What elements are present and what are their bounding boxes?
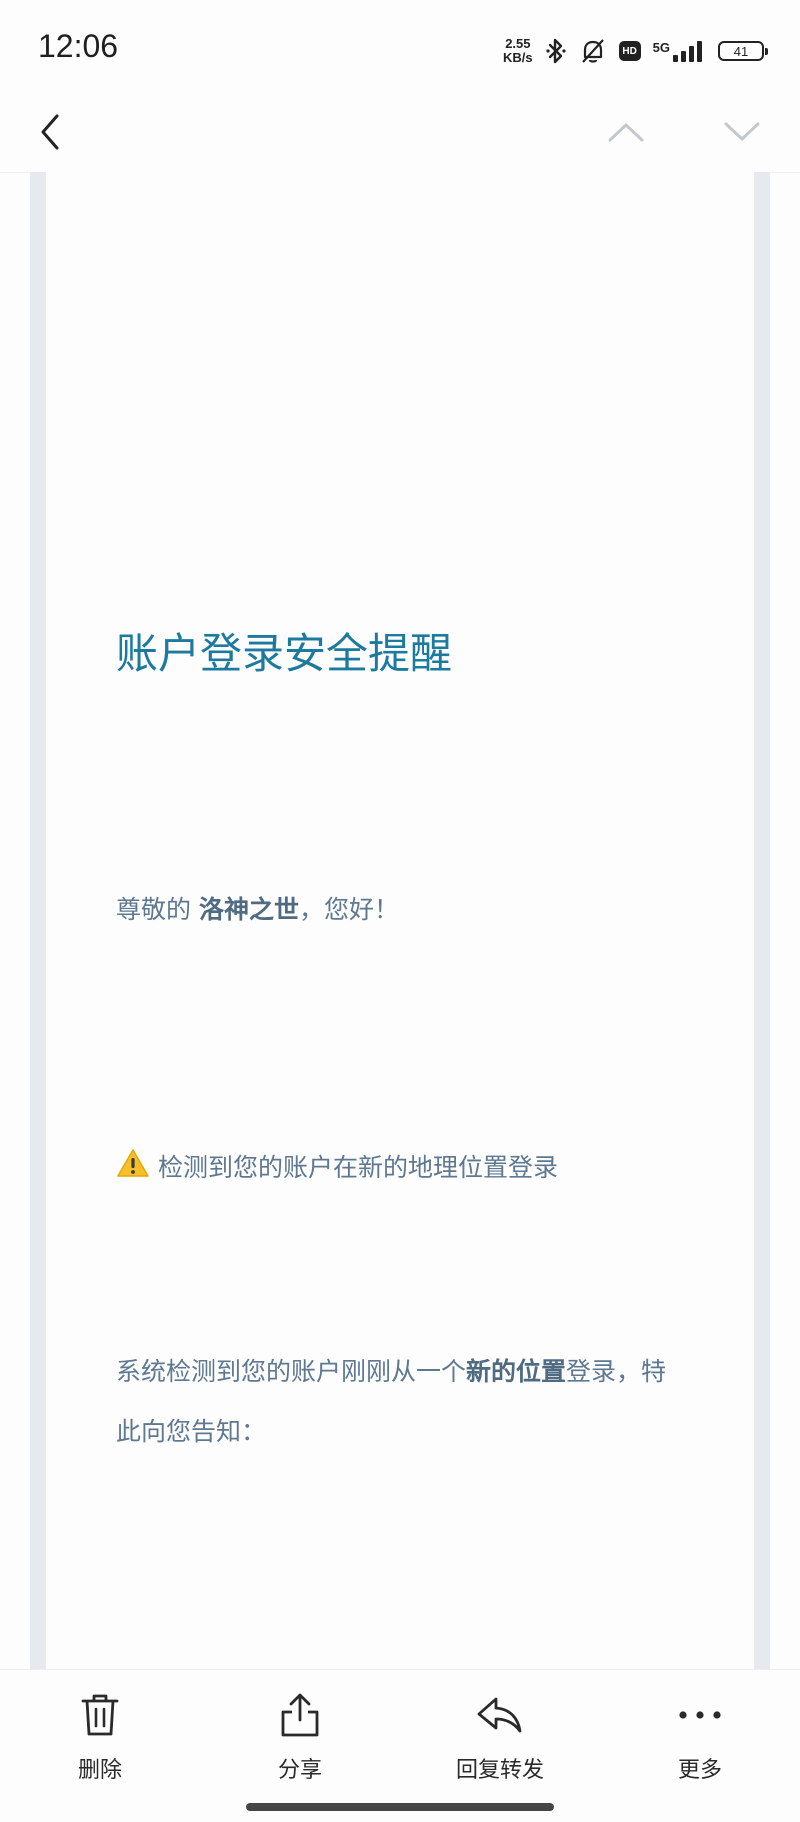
back-button[interactable] <box>20 102 80 162</box>
home-indicator[interactable] <box>246 1803 554 1811</box>
reply-forward-label: 回复转发 <box>455 1758 544 1783</box>
mail-detail-screen: 12:06 2.55 KB/s HD 5G 41 账户登录安全提醒 尊敬的 洛神… <box>0 0 800 1822</box>
signal-bars-icon <box>673 41 702 62</box>
warning-icon <box>116 1148 150 1184</box>
cellular-signal: 5G <box>653 40 706 62</box>
mail-action-toolbar: 删除 分享 回复转发 更多 <box>0 1669 800 1822</box>
bluetooth-icon <box>545 37 567 65</box>
mail-nav-bar <box>0 96 800 173</box>
share-icon <box>279 1690 321 1740</box>
mail-title: 账户登录安全提醒 <box>116 629 453 678</box>
trash-icon <box>80 1690 120 1740</box>
reply-forward-button[interactable]: 回复转发 <box>430 1690 570 1784</box>
delete-label: 删除 <box>77 1758 122 1783</box>
share-label: 分享 <box>277 1758 322 1783</box>
network-speed-value: 2.55 <box>505 36 531 51</box>
delete-button[interactable]: 删除 <box>30 1690 170 1784</box>
chevron-up-icon <box>608 123 644 142</box>
body-prefix: 系统检测到您的账户刚刚从一个 <box>116 1357 467 1386</box>
previous-mail-button[interactable] <box>596 102 656 162</box>
status-icons: 2.55 KB/s HD 5G 41 <box>503 34 768 68</box>
more-dots-icon <box>678 1690 722 1740</box>
greeting-prefix: 尊敬的 <box>116 895 199 924</box>
hd-badge: HD <box>618 41 641 61</box>
network-type-label: 5G <box>652 40 670 55</box>
more-button[interactable]: 更多 <box>630 1690 770 1784</box>
bell-muted-icon <box>579 37 607 65</box>
mail-greeting: 尊敬的 洛神之世，您好！ <box>116 890 399 926</box>
body-highlight: 新的位置 <box>466 1357 567 1386</box>
status-time: 12:06 <box>38 28 119 64</box>
battery-indicator: 41 <box>718 41 768 61</box>
reply-icon <box>476 1690 524 1740</box>
mail-body-text: 系统检测到您的账户刚刚从一个新的位置登录，特此向您告知： <box>116 1342 676 1462</box>
greeting-name: 洛神之世 <box>198 895 299 924</box>
warning-text: 检测到您的账户在新的地理位置登录 <box>158 1153 559 1182</box>
chevron-down-icon <box>724 122 760 141</box>
warning-line: 检测到您的账户在新的地理位置登录 <box>116 1148 558 1184</box>
network-speed-unit: KB/s <box>503 50 533 65</box>
share-button[interactable]: 分享 <box>230 1690 370 1784</box>
more-label: 更多 <box>677 1758 722 1783</box>
greeting-suffix: ，您好！ <box>298 895 399 924</box>
next-mail-button[interactable] <box>712 102 772 162</box>
chevron-left-icon <box>41 114 59 150</box>
network-speed: 2.55 KB/s <box>503 37 533 65</box>
status-bar: 12:06 2.55 KB/s HD 5G 41 <box>0 0 800 96</box>
